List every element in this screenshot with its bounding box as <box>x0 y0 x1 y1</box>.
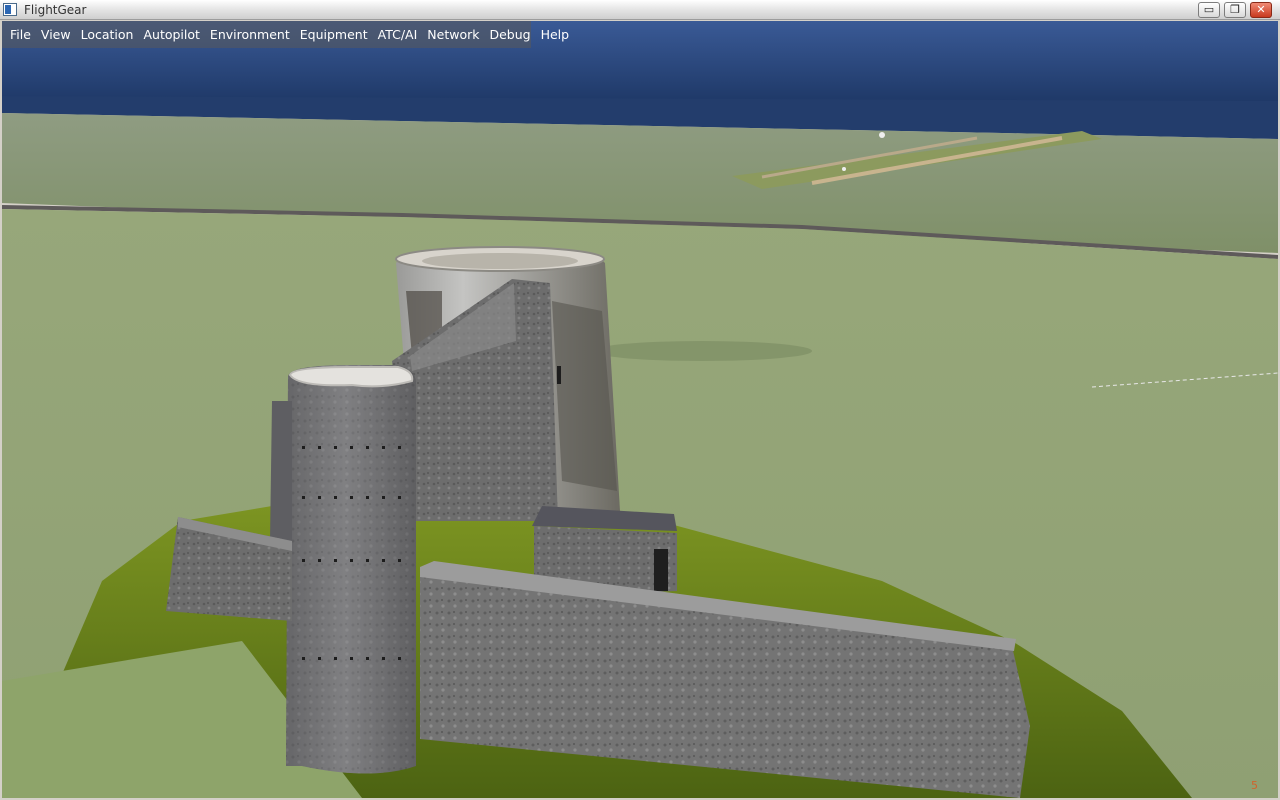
app-icon[interactable] <box>3 3 17 16</box>
aircraft-icon <box>879 132 885 138</box>
title-bar[interactable]: FlightGear ▭ ❐ ✕ <box>0 0 1280 20</box>
3d-viewport[interactable]: File View Location Autopilot Environment… <box>2 21 1278 798</box>
menu-debug[interactable]: Debug <box>484 21 535 48</box>
menu-help[interactable]: Help <box>536 21 575 48</box>
menu-autopilot[interactable]: Autopilot <box>138 21 204 48</box>
window-title: FlightGear <box>24 3 87 17</box>
menu-environment[interactable]: Environment <box>205 21 295 48</box>
menu-bar: File View Location Autopilot Environment… <box>2 21 569 48</box>
menu-location[interactable]: Location <box>76 21 139 48</box>
frame-rate-counter: 5 <box>1251 779 1258 792</box>
menu-network[interactable]: Network <box>422 21 484 48</box>
menu-file[interactable]: File <box>5 21 36 48</box>
scene-render <box>2 21 1278 798</box>
flightgear-window: FlightGear ▭ ❐ ✕ File View Location Auto… <box>0 0 1280 800</box>
close-button[interactable]: ✕ <box>1250 2 1272 18</box>
menu-view[interactable]: View <box>36 21 76 48</box>
menu-equipment[interactable]: Equipment <box>295 21 373 48</box>
maximize-button[interactable]: ❐ <box>1224 2 1246 18</box>
menu-atc-ai[interactable]: ATC/AI <box>373 21 423 48</box>
minimize-button[interactable]: ▭ <box>1198 2 1220 18</box>
